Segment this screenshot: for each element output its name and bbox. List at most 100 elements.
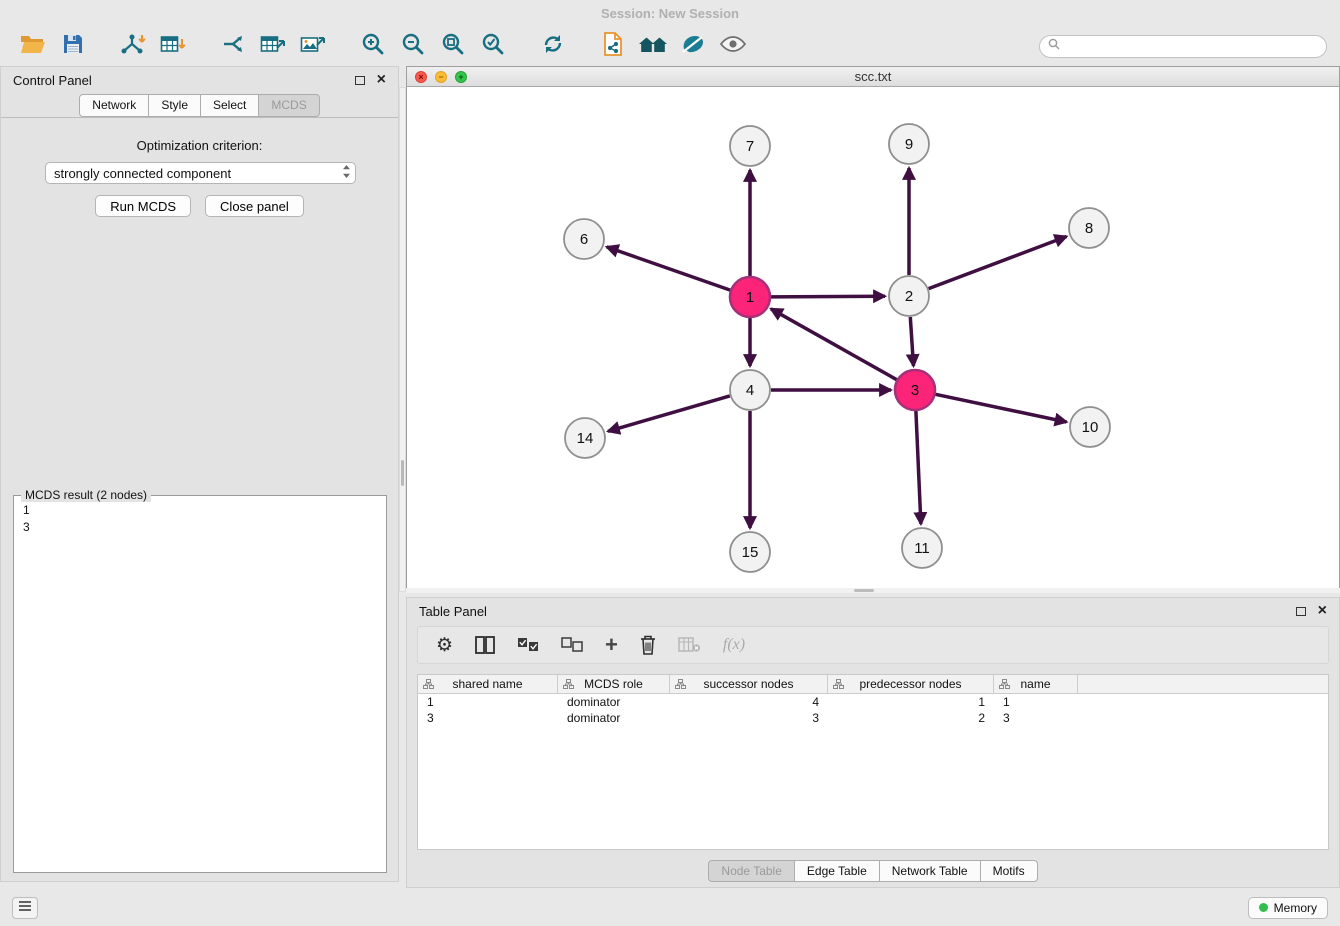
network-canvas[interactable]: 7 9 6 8 1 2 4 3 14 10 15 11	[407, 87, 1339, 592]
column-header-shared-name[interactable]: shared name	[418, 675, 558, 693]
import-network-icon	[120, 33, 146, 60]
close-window-icon[interactable]: ×	[415, 71, 427, 83]
tab-edge-table[interactable]: Edge Table	[794, 860, 880, 882]
graph-node-8[interactable]: 8	[1069, 208, 1109, 248]
duplicate-network-button[interactable]	[593, 30, 633, 62]
task-history-button[interactable]	[12, 897, 38, 919]
graph-edge-2-8[interactable]	[929, 237, 1067, 289]
table-settings-gear-icon[interactable]: ⚙	[436, 634, 453, 657]
tab-node-table[interactable]: Node Table	[708, 860, 795, 882]
run-mcds-button[interactable]: Run MCDS	[95, 195, 191, 217]
refresh-icon	[541, 32, 565, 61]
export-image-icon	[300, 33, 326, 60]
refresh-button[interactable]	[533, 30, 573, 62]
hamburger-icon	[18, 899, 32, 917]
close-table-panel-icon[interactable]: ×	[1318, 604, 1327, 618]
save-session-button[interactable]	[53, 30, 93, 62]
import-network-button[interactable]	[113, 30, 153, 62]
graph-node-7[interactable]: 7	[730, 126, 770, 166]
graph-node-label: 10	[1082, 419, 1099, 436]
open-session-button[interactable]	[13, 30, 53, 62]
tab-mcds[interactable]: MCDS	[258, 94, 319, 117]
select-all-icon[interactable]	[517, 637, 539, 653]
graph-node-10[interactable]: 10	[1070, 407, 1110, 447]
graph-node-1[interactable]: 1	[730, 277, 770, 317]
delete-column-icon[interactable]	[640, 635, 656, 655]
criterion-dropdown[interactable]: strongly connected component	[45, 162, 356, 184]
zoom-fit-button[interactable]	[433, 30, 473, 62]
graph-edge-1-2[interactable]	[771, 296, 885, 297]
node-table-body: 1dominator4113dominator323	[418, 694, 1328, 726]
graph-edge-3-11[interactable]	[916, 411, 921, 524]
float-panel-icon[interactable]	[355, 76, 365, 85]
import-table-button[interactable]	[153, 30, 193, 62]
scrollbar-thumb[interactable]	[854, 589, 874, 592]
column-header-MCDS-role[interactable]: MCDS role	[558, 675, 670, 693]
close-panel-button[interactable]: Close panel	[205, 195, 304, 217]
mcds-buttons-row: Run MCDS Close panel	[1, 195, 398, 217]
zoom-window-icon[interactable]: +	[455, 71, 467, 83]
search-box	[1039, 35, 1327, 58]
zoom-out-button[interactable]	[393, 30, 433, 62]
zoom-in-button[interactable]	[353, 30, 393, 62]
style-slash-icon	[680, 33, 706, 60]
scrollbar-thumb[interactable]	[401, 460, 404, 486]
close-panel-icon[interactable]: ×	[377, 73, 386, 87]
window-controls: × − +	[415, 71, 467, 83]
main-toolbar	[0, 26, 1340, 66]
show-graphics-button[interactable]	[713, 30, 753, 62]
network-vertical-scrollbar[interactable]	[399, 87, 406, 592]
network-from-selection-button[interactable]	[213, 30, 253, 62]
tab-motifs[interactable]: Motifs	[980, 860, 1038, 882]
open-folder-icon	[20, 34, 46, 59]
column-header-name[interactable]: name	[994, 675, 1078, 693]
tab-style[interactable]: Style	[148, 94, 201, 117]
show-columns-icon[interactable]	[475, 636, 495, 654]
tab-network-table[interactable]: Network Table	[879, 860, 981, 882]
add-column-icon[interactable]: +	[605, 636, 618, 654]
export-table-button[interactable]	[253, 30, 293, 62]
graph-node-9[interactable]: 9	[889, 124, 929, 164]
zoom-out-icon	[401, 32, 425, 61]
graph-node-3[interactable]: 3	[895, 370, 935, 410]
graph-node-6[interactable]: 6	[564, 219, 604, 259]
network-horizontal-scrollbar[interactable]	[406, 588, 1340, 593]
graph-node-4[interactable]: 4	[730, 370, 770, 410]
apply-style-button[interactable]	[673, 30, 713, 62]
graph-edge-4-14[interactable]	[608, 396, 730, 431]
memory-button[interactable]: Memory	[1248, 897, 1328, 919]
home-layout-button[interactable]	[633, 30, 673, 62]
float-table-panel-icon[interactable]	[1296, 607, 1306, 616]
control-panel-tabs: NetworkStyleSelectMCDS	[1, 93, 398, 118]
table-panel-header: Table Panel ×	[407, 598, 1339, 624]
graph-node-11[interactable]: 11	[902, 528, 942, 568]
table-cell: 1	[418, 695, 558, 709]
minimize-window-icon[interactable]: −	[435, 71, 447, 83]
tab-network[interactable]: Network	[79, 94, 149, 117]
zoom-fit-icon	[441, 32, 465, 61]
graph-node-label: 7	[746, 138, 754, 155]
save-icon	[63, 34, 83, 59]
graph-node-15[interactable]: 15	[730, 532, 770, 572]
unselect-all-icon[interactable]	[561, 637, 583, 653]
graph-node-2[interactable]: 2	[889, 276, 929, 316]
column-header-successor-nodes[interactable]: successor nodes	[670, 675, 828, 693]
toolbar-group-refresh	[533, 30, 573, 62]
search-input[interactable]	[1066, 39, 1318, 53]
table-row[interactable]: 3dominator323	[418, 710, 1328, 726]
graph-edge-1-6[interactable]	[607, 247, 731, 290]
zoom-selected-button[interactable]	[473, 30, 513, 62]
tab-select[interactable]: Select	[200, 94, 259, 117]
graph-node-label: 8	[1085, 220, 1093, 237]
graph-edge-3-10[interactable]	[936, 394, 1067, 422]
column-header-predecessor-nodes[interactable]: predecessor nodes	[828, 675, 994, 693]
graph-node-label: 4	[746, 382, 754, 399]
export-image-button[interactable]	[293, 30, 333, 62]
criterion-dropdown-value: strongly connected component	[54, 166, 342, 181]
graph-node-14[interactable]: 14	[565, 418, 605, 458]
table-row[interactable]: 1dominator411	[418, 694, 1328, 710]
delete-table-icon	[678, 637, 701, 653]
graph-edge-2-3[interactable]	[910, 317, 913, 366]
graph-edge-3-1[interactable]	[771, 309, 897, 380]
window-title: Session: New Session	[601, 6, 739, 21]
